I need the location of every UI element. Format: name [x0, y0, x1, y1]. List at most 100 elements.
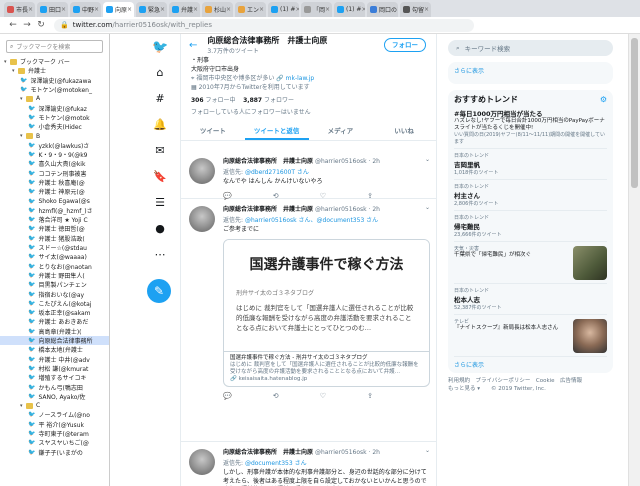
- footer-line[interactable]: 利用規約 プライバシーポリシー Cookie 広告情報: [448, 377, 613, 385]
- bookmark-item[interactable]: 🐦 弁護士 猪股浩政(: [0, 234, 109, 243]
- compose-tweet-button[interactable]: ✎: [147, 279, 171, 303]
- bookmark-item[interactable]: 🐦 落合洋司 ★ Yoji C: [0, 215, 109, 224]
- browser-tab[interactable]: エン ×: [235, 2, 266, 17]
- browser-tab[interactable]: (1) # ×: [268, 2, 299, 17]
- reply-icon[interactable]: 💬: [223, 192, 232, 200]
- bookmark-item[interactable]: 🐦 深澤諭史(@fukaz: [0, 103, 109, 113]
- forward-icon[interactable]: →: [20, 20, 34, 30]
- close-icon[interactable]: ×: [193, 6, 198, 13]
- bookmark-item[interactable]: 🐦 弁護士 神原元(@: [0, 187, 109, 196]
- bookmark-item[interactable]: 🐦 スドー☆(@stdau: [0, 243, 109, 252]
- show-more-link[interactable]: さらに表示: [454, 68, 484, 75]
- close-icon[interactable]: ×: [325, 6, 330, 13]
- followers-label[interactable]: フォロワー: [264, 97, 294, 104]
- reply-to-link[interactable]: @dberd271600T さん: [245, 169, 309, 176]
- share-icon[interactable]: ⇪: [367, 192, 373, 200]
- profile-icon[interactable]: ●: [152, 222, 168, 235]
- tweet-author[interactable]: 向原総合法律事務所 井護士向原: [223, 158, 313, 165]
- close-icon[interactable]: ×: [61, 6, 66, 13]
- browser-tab[interactable]: (1) # ×: [334, 2, 365, 17]
- bookmark-item[interactable]: 🐦 yzkk(@lawkus)さ: [0, 141, 109, 150]
- tab-media[interactable]: メディア: [309, 123, 373, 140]
- avatar[interactable]: [189, 449, 215, 475]
- bookmarks-icon[interactable]: 🔖: [152, 170, 168, 183]
- trend-item[interactable]: #毎日1000万円相当が当たる ハズレなし!ヤフーで毎日合計1000万円相当のP…: [454, 105, 607, 149]
- twitter-logo-icon[interactable]: 🐦: [152, 40, 168, 55]
- link-card[interactable]: 国選弁護事件で稼ぐ方法 刑弁サイ太のゴ３ネタブログ はじめに 裁判官をして「国選…: [223, 238, 430, 387]
- bookmark-search-input[interactable]: ⌕ ブックマークを検索: [6, 40, 103, 53]
- scrollbar[interactable]: [628, 34, 640, 486]
- avatar[interactable]: [189, 206, 215, 232]
- close-icon[interactable]: ×: [226, 6, 231, 13]
- bookmark-folder[interactable]: ▾ 弁護士: [0, 66, 109, 75]
- tab-likes[interactable]: いいね: [372, 123, 436, 140]
- tweet[interactable]: 向原総合法律事務所 井護士向原 @harrier0516osk · 2h ⌄ 返…: [181, 152, 436, 200]
- bookmark-item[interactable]: 🐦 サイ太(@waaaa): [0, 252, 109, 261]
- trend-item[interactable]: 日本のトレンド 村主さん 2,806件のツイート: [454, 180, 607, 211]
- footer-line[interactable]: もっと見る ▾ © 2019 Twitter, Inc.: [448, 385, 613, 393]
- bookmark-item[interactable]: 🐦 坂本正幸(@sakam: [0, 308, 109, 317]
- home-icon[interactable]: ⌂: [152, 66, 168, 79]
- avatar[interactable]: [189, 158, 215, 184]
- browser-tab[interactable]: 弁護 ×: [169, 2, 200, 17]
- followers-count[interactable]: 3,887: [243, 97, 262, 104]
- more-icon[interactable]: ⋯: [152, 248, 168, 261]
- reload-icon[interactable]: ↻: [34, 20, 48, 30]
- bookmark-item[interactable]: 🐦 弁護士 徳田哲(@: [0, 224, 109, 233]
- browser-tab[interactable]: 向原 ×: [103, 2, 134, 17]
- tweet-author[interactable]: 向原総合法律事務所 井護士向原: [223, 206, 313, 213]
- explore-hashtag-icon[interactable]: #: [152, 92, 168, 105]
- browser-tab[interactable]: 勾留 ×: [400, 2, 431, 17]
- retweet-icon[interactable]: ⟲: [273, 192, 279, 200]
- bookmark-item[interactable]: 🐦 Shoko Egawa(@s: [0, 196, 109, 205]
- bookmark-item[interactable]: 🐦 鎌子子(いまがの: [0, 447, 109, 457]
- like-icon[interactable]: ♡: [320, 192, 326, 200]
- close-icon[interactable]: ×: [424, 6, 429, 13]
- trend-item[interactable]: 日本のトレンド 吉岡里帆 1,018件のツイート: [454, 149, 607, 180]
- close-icon[interactable]: ×: [361, 6, 365, 13]
- bookmark-item[interactable]: 🐦 こたぴえん(@kotaj: [0, 299, 109, 308]
- trend-item[interactable]: 日本のトレンド 帰宅難民 23,666件のツイート: [454, 211, 607, 242]
- bookmark-folder[interactable]: ▾ ブックマーク バー: [0, 57, 109, 66]
- back-arrow-icon[interactable]: ←: [189, 40, 197, 51]
- bookmark-item[interactable]: 🐦 平 裕介(@Yusuk: [0, 420, 109, 429]
- close-icon[interactable]: ×: [160, 6, 165, 13]
- chevron-down-icon[interactable]: ⌄: [425, 204, 430, 211]
- bookmark-item[interactable]: 🐦 弁護士 秋喜庵(@: [0, 178, 109, 187]
- bookmark-item[interactable]: 🐦 弁護士 あおきあだ: [0, 317, 109, 326]
- twitter-search-input[interactable]: ⌕ キーワード検索: [448, 40, 613, 56]
- following-count[interactable]: 306: [191, 97, 204, 104]
- follow-button[interactable]: フォロー: [384, 38, 426, 52]
- share-icon[interactable]: ⇪: [367, 392, 373, 400]
- tab-tweets[interactable]: ツイート: [181, 123, 245, 140]
- address-bar[interactable]: 🔒 twitter.com/harrier0516osk/with_replie…: [54, 18, 474, 32]
- trend-item[interactable]: 日本のトレンド 松本人志 52,387件のツイート: [454, 284, 607, 315]
- bookmark-item[interactable]: 🐦 高島章(弁護士)(: [0, 327, 109, 336]
- tweet[interactable]: 向原総合法律事務所 井護士向原 @harrier0516osk · 2h ⌄ 返…: [181, 443, 436, 486]
- lists-icon[interactable]: ☰: [152, 196, 168, 209]
- bookmark-folder[interactable]: ▾ A: [0, 94, 109, 103]
- bookmark-item[interactable]: 🐦 増殖するサイコキ: [0, 373, 109, 382]
- close-icon[interactable]: ×: [397, 6, 398, 13]
- bookmark-item[interactable]: 🐦 SANO, Ayako/佐: [0, 392, 109, 401]
- reply-to-link[interactable]: @document353 さん: [245, 460, 307, 467]
- reply-to-link[interactable]: @harrier0516osk さん、@document353 さん: [245, 217, 378, 224]
- bookmark-item[interactable]: 🐦 モトケン(@motoken_: [0, 85, 109, 94]
- scrollbar-thumb[interactable]: [631, 38, 638, 188]
- bookmark-item[interactable]: 🐦 小倉秀夫(Hidec: [0, 122, 109, 131]
- bookmark-item[interactable]: 🐦 とりなお(@naotan: [0, 262, 109, 271]
- close-icon[interactable]: ×: [28, 6, 33, 13]
- bookmark-item[interactable]: 🐦 喜久山大貴(@kik: [0, 159, 109, 168]
- browser-tab[interactable]: 緊急 ×: [136, 2, 167, 17]
- browser-tab[interactable]: 「岡 ×: [301, 2, 332, 17]
- browser-tab[interactable]: 杉山 ×: [202, 2, 233, 17]
- bookmark-item[interactable]: 🐦 弁護士 中井(@adv: [0, 355, 109, 364]
- bookmark-item[interactable]: 🐦 ノースライム(@no: [0, 410, 109, 419]
- show-more-link[interactable]: さらに表示: [454, 362, 484, 369]
- close-icon[interactable]: ×: [127, 6, 132, 13]
- gear-icon[interactable]: ⚙: [600, 95, 607, 104]
- chevron-down-icon[interactable]: ⌄: [425, 156, 430, 163]
- reply-icon[interactable]: 💬: [223, 392, 232, 400]
- browser-tab[interactable]: 市長 ×: [4, 2, 35, 17]
- bookmark-item[interactable]: 🐦 モトケン(@motok: [0, 113, 109, 122]
